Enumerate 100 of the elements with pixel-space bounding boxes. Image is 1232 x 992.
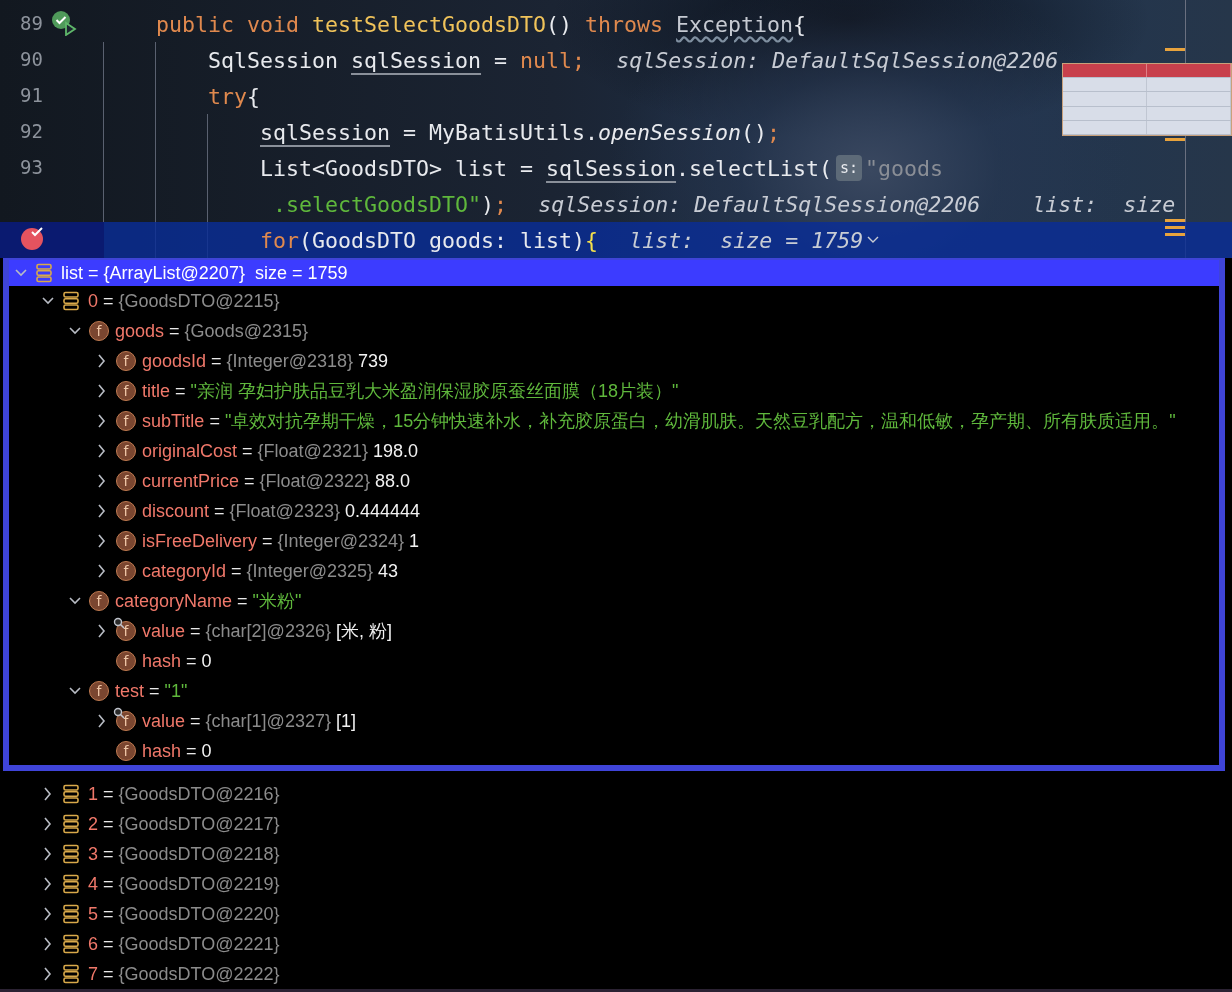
variable-text: value = {char[1]@2327} [1] (142, 710, 356, 732)
chevron-right-icon[interactable] (96, 384, 108, 398)
tree-row[interactable]: 7 = {GoodsDTO@2222} (9, 959, 1232, 989)
line-number: 91 (20, 84, 43, 106)
code-text: public void testSelectGoodsDTO() throws Exception{ (156, 11, 807, 37)
array-icon (62, 964, 80, 984)
chevron-right-icon[interactable] (42, 817, 54, 831)
array-icon (62, 844, 80, 864)
scrollbar-marker (1165, 226, 1185, 229)
chevron-right-icon[interactable] (96, 714, 108, 728)
tree-row[interactable]: f title = "亲润 孕妇护肤品豆乳大米盈润保湿胶原蚕丝面膜（18片装）" (9, 376, 1219, 406)
watch-lens-icon (113, 617, 125, 629)
array-icon (35, 263, 53, 283)
chevron-right-icon[interactable] (96, 504, 108, 518)
tree-row[interactable]: f discount = {Float@2323} 0.444444 (9, 496, 1219, 526)
inline-value-hint: sqlSession: DefaultSqlSession@2206 (616, 47, 1059, 73)
scrollbar-marker (1165, 233, 1185, 236)
code-text: for(GoodsDTO goods: list){ (260, 227, 599, 253)
field-icon: f (116, 351, 136, 371)
variable-text: goods = {Goods@2315} (115, 320, 309, 342)
field-icon: f (89, 591, 109, 611)
chevron-right-icon[interactable] (42, 847, 54, 861)
chevron-right-icon[interactable] (96, 564, 108, 578)
variable-text: value = {char[2]@2326} [米, 粉] (142, 620, 392, 643)
scrollbar-marker (1165, 48, 1185, 51)
tree-row[interactable]: f value = {char[1]@2327} [1] (9, 706, 1219, 736)
code-text: .selectGoodsDTO"); (273, 191, 508, 217)
code-text: List<GoodsDTO> list = sqlSession.selectList( (260, 155, 833, 181)
array-icon (62, 784, 80, 804)
field-icon: f (116, 651, 136, 671)
inline-value-hint: list: size = 1759 (629, 227, 864, 253)
chevron-right-icon[interactable] (96, 474, 108, 488)
tree-row[interactable]: f goodsId = {Integer@2318} 739 (9, 346, 1219, 376)
tree-row[interactable]: f originalCost = {Float@2321} 198.0 (9, 436, 1219, 466)
tree-row[interactable]: 6 = {GoodsDTO@2221} (9, 929, 1232, 959)
tree-row[interactable]: f categoryName = "米粉" (9, 586, 1219, 616)
line-number: 89 (20, 12, 43, 34)
variable-text: 0 = {GoodsDTO@2215} (88, 290, 281, 312)
variable-text: 1 = {GoodsDTO@2216} (88, 783, 281, 805)
line-number: 90 (20, 48, 43, 70)
inline-value-hint: sqlSession: DefaultSqlSession@2206 list: size (538, 191, 1176, 217)
chevron-right-icon[interactable] (96, 534, 108, 548)
variable-text: hash = 0 (142, 740, 212, 762)
tree-row[interactable]: f currentPrice = {Float@2322} 88.0 (9, 466, 1219, 496)
field-icon: f (116, 531, 136, 551)
field-icon: f (116, 501, 136, 521)
variable-text: title = "亲润 孕妇护肤品豆乳大米盈润保湿胶原蚕丝面膜（18片装）" (142, 380, 679, 403)
field-icon: f (116, 441, 136, 461)
code-text: SqlSession sqlSession = null; (208, 47, 586, 73)
tree-row[interactable]: list = {ArrayList@2207} size = 1759 (9, 260, 1219, 286)
variable-text: subTitle = "卓效对抗孕期干燥，15分钟快速补水，补充胶原蛋白，幼滑肌肤。天然豆乳配方，温和低敏，孕产期、所有肤质适用。" (142, 410, 1176, 433)
variable-text: currentPrice = {Float@2322} 88.0 (142, 470, 410, 492)
scrollbar-marker (1165, 138, 1185, 141)
chevron-right-icon[interactable] (42, 877, 54, 891)
line-number: 92 (20, 120, 43, 142)
chevron-right-icon[interactable] (42, 907, 54, 921)
array-icon (62, 934, 80, 954)
chevron-right-icon[interactable] (96, 414, 108, 428)
tree-row[interactable]: f categoryId = {Integer@2325} 43 (9, 556, 1219, 586)
tree-row[interactable]: f isFreeDelivery = {Integer@2324} 1 (9, 526, 1219, 556)
tree-row[interactable]: 1 = {GoodsDTO@2216} (9, 779, 1232, 809)
array-icon (62, 814, 80, 834)
variable-text: hash = 0 (142, 650, 212, 672)
code-text: sqlSession = MyBatisUtils.openSession(); (260, 119, 781, 145)
array-icon (62, 874, 80, 894)
tree-row[interactable]: f hash = 0 (9, 646, 1219, 676)
tree-row[interactable]: f test = "1" (9, 676, 1219, 706)
line-number: 93 (20, 156, 43, 178)
variable-text: test = "1" (115, 680, 188, 702)
tree-row[interactable]: f value = {char[2]@2326} [米, 粉] (9, 616, 1219, 646)
chevron-right-icon[interactable] (96, 624, 108, 638)
scrollbar-marker (1165, 219, 1185, 222)
variable-text: list = {ArrayList@2207} size = 1759 (61, 262, 348, 284)
variable-text: 5 = {GoodsDTO@2220} (88, 903, 281, 925)
chevron-right-icon[interactable] (42, 787, 54, 801)
chevron-right-icon[interactable] (42, 967, 54, 981)
variable-text: 7 = {GoodsDTO@2222} (88, 963, 281, 985)
chevron-right-icon[interactable] (42, 937, 54, 951)
tree-row[interactable]: 2 = {GoodsDTO@2217} (9, 809, 1232, 839)
tree-row[interactable]: f goods = {Goods@2315} (9, 316, 1219, 346)
variable-text: 3 = {GoodsDTO@2218} (88, 843, 281, 865)
tree-row[interactable]: 3 = {GoodsDTO@2218} (9, 839, 1232, 869)
tree-row[interactable]: 5 = {GoodsDTO@2220} (9, 899, 1232, 929)
variable-text: discount = {Float@2323} 0.444444 (142, 500, 421, 522)
run-check-icon[interactable] (51, 10, 77, 36)
field-icon: f (116, 561, 136, 581)
variable-text: categoryId = {Integer@2325} 43 (142, 560, 399, 582)
code-text: "goods (865, 155, 944, 181)
variable-text: 6 = {GoodsDTO@2221} (88, 933, 281, 955)
tree-row[interactable]: 0 = {GoodsDTO@2215} (9, 286, 1219, 316)
variable-text: 4 = {GoodsDTO@2219} (88, 873, 281, 895)
array-icon (62, 904, 80, 924)
chevron-down-icon[interactable] (867, 236, 880, 244)
variable-text: isFreeDelivery = {Integer@2324} 1 (142, 530, 419, 552)
chevron-right-icon[interactable] (96, 354, 108, 368)
tree-row[interactable]: f hash = 0 (9, 736, 1219, 765)
tree-row[interactable]: f subTitle = "卓效对抗孕期干燥，15分钟快速补水，补充胶原蛋白，幼滑肌肤。天然豆乳配方，温和低敏，孕产期、所有肤质适用。" (9, 406, 1219, 436)
tree-row[interactable]: 4 = {GoodsDTO@2219} (9, 869, 1232, 899)
chevron-right-icon[interactable] (96, 444, 108, 458)
watch-lens-icon (113, 707, 125, 719)
